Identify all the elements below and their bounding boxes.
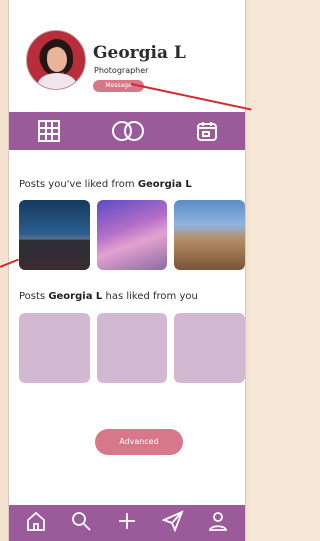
liked-from-prefix: Posts you've liked from — [19, 179, 138, 190]
grid-icon — [37, 120, 60, 142]
add-icon-svg — [118, 513, 135, 529]
search-icon[interactable] — [69, 509, 93, 537]
profile-name: Georgia L — [93, 43, 186, 63]
has-liked-suffix: has liked from you — [102, 291, 198, 302]
avatar-shirt-shape — [38, 73, 76, 89]
phone-screen: Georgia L Photographer Message Posts you… — [8, 0, 246, 541]
profile-icon-svg — [209, 512, 228, 531]
profile-header: Georgia L Photographer Message — [9, 0, 245, 112]
liked-from-name: Georgia L — [137, 179, 192, 190]
liked-posts-grid — [19, 200, 245, 270]
profile-tabbar — [9, 112, 245, 150]
avatar-face-shape — [47, 47, 67, 72]
has-liked-name: Georgia L — [48, 291, 103, 302]
calendar-tab[interactable] — [167, 112, 245, 150]
liked-you-placeholder[interactable] — [19, 313, 90, 383]
bottom-navigation — [9, 505, 245, 541]
liked-from-title: Posts you've liked from Georgia L — [19, 179, 192, 190]
grid-tab[interactable] — [9, 112, 88, 150]
has-liked-prefix: Posts — [19, 291, 49, 302]
has-liked-title: Posts Georgia L has liked from you — [19, 291, 198, 302]
overlapping-circles-icon — [111, 121, 144, 141]
home-icon[interactable] — [24, 509, 48, 537]
add-icon[interactable] — [115, 509, 139, 537]
liked-you-placeholder[interactable] — [96, 313, 168, 383]
avatar[interactable] — [26, 30, 86, 90]
advanced-button[interactable]: Advanced — [95, 429, 183, 455]
liked-post-night-photo[interactable] — [19, 200, 90, 270]
canvas-left-edge — [0, 0, 8, 541]
liked-post-sunset-photo[interactable] — [96, 200, 168, 270]
send-icon[interactable] — [161, 509, 185, 537]
profile-role: Photographer — [94, 66, 149, 75]
search-icon-svg — [72, 512, 92, 531]
rings-tab[interactable] — [88, 112, 167, 150]
calendar-icon — [196, 122, 217, 141]
liked-you-grid — [19, 313, 245, 383]
liked-you-placeholder[interactable] — [174, 313, 245, 383]
send-icon-svg — [161, 510, 184, 533]
home-icon-svg — [26, 511, 45, 531]
liked-post-street-photo[interactable] — [174, 200, 245, 270]
profile-icon[interactable] — [206, 509, 230, 537]
